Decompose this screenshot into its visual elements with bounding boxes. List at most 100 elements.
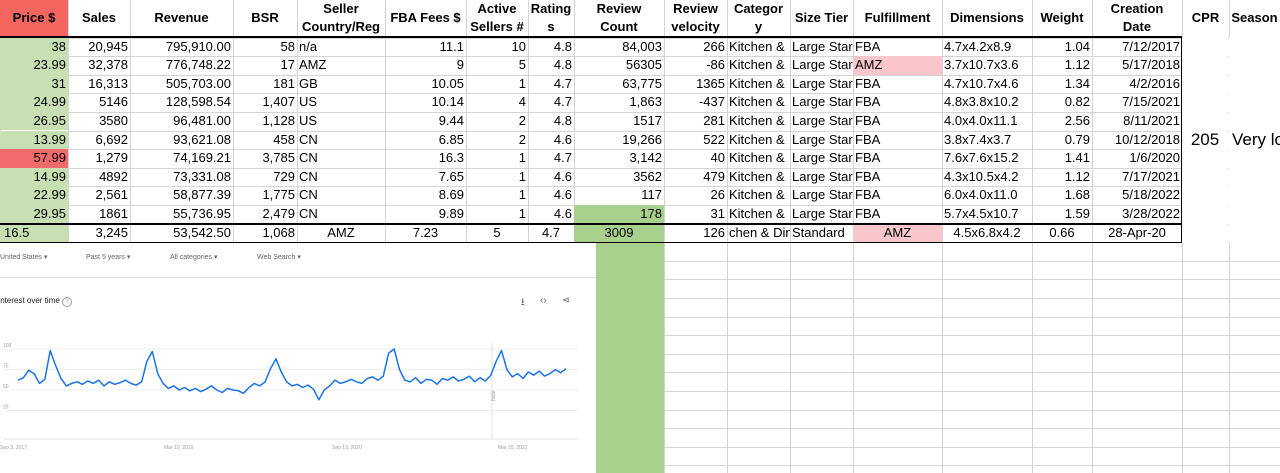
header-price[interactable]: Price $ bbox=[0, 0, 68, 36]
header-seller[interactable]: Seller Country/Reg bbox=[297, 0, 385, 36]
table-cell-sales[interactable]: 16,313 bbox=[68, 75, 130, 94]
summary-cell-seller[interactable]: AMZ bbox=[297, 224, 385, 243]
table-cell-price[interactable]: 22.99 bbox=[0, 186, 68, 205]
header-bsr[interactable]: BSR bbox=[233, 0, 297, 36]
table-cell-created[interactable]: 4/2/2016 bbox=[1092, 75, 1182, 94]
table-cell-category[interactable]: Kitchen & bbox=[727, 93, 790, 112]
table-cell-sellers[interactable]: 1 bbox=[466, 168, 528, 187]
table-cell-fba[interactable]: 10.05 bbox=[385, 75, 466, 94]
table-cell-fulfillment[interactable]: FBA bbox=[853, 205, 942, 224]
summary-cell-rating[interactable]: 4.7 bbox=[528, 224, 574, 243]
table-cell-fulfillment[interactable]: FBA bbox=[853, 112, 942, 131]
table-cell-sellers[interactable]: 2 bbox=[466, 131, 528, 150]
table-cell-sales[interactable]: 3580 bbox=[68, 112, 130, 131]
table-cell-dimensions[interactable]: 4.7x10.7x4.6 bbox=[942, 75, 1032, 94]
table-cell-review_count[interactable]: 1,863 bbox=[574, 93, 664, 112]
table-cell-fulfillment[interactable]: FBA bbox=[853, 93, 942, 112]
header-created[interactable]: Creation Date bbox=[1092, 0, 1182, 36]
table-cell-size[interactable]: Large Star bbox=[790, 168, 853, 187]
table-cell-rating[interactable]: 4.6 bbox=[528, 186, 574, 205]
header-sellers[interactable]: Active Sellers # bbox=[466, 0, 528, 36]
table-cell-size[interactable]: Large Star bbox=[790, 93, 853, 112]
table-cell-seller[interactable]: GB bbox=[297, 75, 385, 94]
table-cell-size[interactable]: Large Star bbox=[790, 112, 853, 131]
table-cell-bsr[interactable]: 3,785 bbox=[233, 149, 297, 168]
table-cell-fulfillment[interactable]: FBA bbox=[853, 38, 942, 57]
table-cell-fba[interactable]: 7.65 bbox=[385, 168, 466, 187]
table-cell-fba[interactable]: 6.85 bbox=[385, 131, 466, 150]
table-cell-revenue[interactable]: 93,621.08 bbox=[130, 131, 233, 150]
table-cell-seller[interactable]: US bbox=[297, 112, 385, 131]
table-cell-created[interactable]: 7/12/2017 bbox=[1092, 38, 1182, 57]
table-cell-seller[interactable]: CN bbox=[297, 131, 385, 150]
table-cell-created[interactable]: 8/11/2021 bbox=[1092, 112, 1182, 131]
header-velocity[interactable]: Review velocity bbox=[664, 0, 727, 36]
table-cell-bsr[interactable]: 1,407 bbox=[233, 93, 297, 112]
table-cell-dimensions[interactable]: 3.8x7.4x3.7 bbox=[942, 131, 1032, 150]
table-cell-created[interactable]: 5/17/2018 bbox=[1092, 56, 1182, 75]
table-cell-created[interactable]: 10/12/2018 bbox=[1092, 131, 1182, 150]
table-cell-category[interactable]: Kitchen & bbox=[727, 75, 790, 94]
summary-cell-weight[interactable]: 0.66 bbox=[1032, 224, 1092, 243]
table-cell-velocity[interactable]: 522 bbox=[664, 131, 727, 150]
table-cell-revenue[interactable]: 74,169.21 bbox=[130, 149, 233, 168]
table-cell-bsr[interactable]: 1,128 bbox=[233, 112, 297, 131]
table-cell-seller[interactable]: CN bbox=[297, 186, 385, 205]
table-cell-review_count[interactable]: 3562 bbox=[574, 168, 664, 187]
table-cell-rating[interactable]: 4.6 bbox=[528, 205, 574, 224]
table-cell-price[interactable]: 38 bbox=[0, 38, 68, 57]
table-cell-price[interactable]: 13.99 bbox=[0, 131, 68, 150]
table-cell-review_count[interactable]: 63,775 bbox=[574, 75, 664, 94]
table-cell-price[interactable]: 31 bbox=[0, 75, 68, 94]
table-cell-rating[interactable]: 4.6 bbox=[528, 131, 574, 150]
table-cell-revenue[interactable]: 776,748.22 bbox=[130, 56, 233, 75]
table-cell-price[interactable]: 24.99 bbox=[0, 93, 68, 112]
header-category[interactable]: Categor y bbox=[727, 0, 790, 36]
header-size[interactable]: Size Tier bbox=[790, 0, 853, 36]
table-cell-velocity[interactable]: 281 bbox=[664, 112, 727, 131]
table-cell-size[interactable]: Large Star bbox=[790, 149, 853, 168]
table-cell-weight[interactable]: 0.79 bbox=[1032, 131, 1092, 150]
table-cell-revenue[interactable]: 55,736.95 bbox=[130, 205, 233, 224]
table-cell-category[interactable]: Kitchen & bbox=[727, 149, 790, 168]
table-cell-sales[interactable]: 1,279 bbox=[68, 149, 130, 168]
header-fba[interactable]: FBA Fees $ bbox=[385, 0, 466, 36]
table-cell-fulfillment[interactable]: FBA bbox=[853, 186, 942, 205]
table-cell-seller[interactable]: CN bbox=[297, 205, 385, 224]
table-cell-rating[interactable]: 4.7 bbox=[528, 149, 574, 168]
table-cell-weight[interactable]: 1.12 bbox=[1032, 168, 1092, 187]
table-cell-seller[interactable]: CN bbox=[297, 149, 385, 168]
header-fulfillment[interactable]: Fulfillment bbox=[853, 0, 942, 36]
table-cell-price[interactable]: 29.95 bbox=[0, 205, 68, 224]
table-cell-seller[interactable]: US bbox=[297, 93, 385, 112]
table-cell-fba[interactable]: 16.3 bbox=[385, 149, 466, 168]
table-cell-revenue[interactable]: 58,877.39 bbox=[130, 186, 233, 205]
summary-cell-category[interactable]: chen & Dine bbox=[727, 224, 790, 243]
table-cell-size[interactable]: Large Star bbox=[790, 205, 853, 224]
table-cell-weight[interactable]: 1.41 bbox=[1032, 149, 1092, 168]
table-cell-rating[interactable]: 4.7 bbox=[528, 75, 574, 94]
table-cell-weight[interactable]: 1.59 bbox=[1032, 205, 1092, 224]
table-cell-dimensions[interactable]: 3.7x10.7x3.6 bbox=[942, 56, 1032, 75]
table-cell-rating[interactable]: 4.8 bbox=[528, 112, 574, 131]
table-cell-dimensions[interactable]: 4.0x4.0x11.1 bbox=[942, 112, 1032, 131]
table-cell-sales[interactable]: 20,945 bbox=[68, 38, 130, 57]
table-cell-seller[interactable]: CN bbox=[297, 168, 385, 187]
table-cell-dimensions[interactable]: 7.6x7.6x15.2 bbox=[942, 149, 1032, 168]
header-revenue[interactable]: Revenue bbox=[130, 0, 233, 36]
header-rating[interactable]: Rating s bbox=[528, 0, 574, 36]
table-cell-rating[interactable]: 4.8 bbox=[528, 38, 574, 57]
table-cell-rating[interactable]: 4.7 bbox=[528, 93, 574, 112]
table-cell-created[interactable]: 3/28/2022 bbox=[1092, 205, 1182, 224]
table-cell-weight[interactable]: 2.56 bbox=[1032, 112, 1092, 131]
table-cell-review_count[interactable]: 19,266 bbox=[574, 131, 664, 150]
table-cell-sellers[interactable]: 1 bbox=[466, 186, 528, 205]
table-cell-category[interactable]: Kitchen & bbox=[727, 38, 790, 57]
table-cell-sellers[interactable]: 1 bbox=[466, 75, 528, 94]
table-cell-category[interactable]: Kitchen & bbox=[727, 205, 790, 224]
table-cell-velocity[interactable]: 26 bbox=[664, 186, 727, 205]
table-cell-category[interactable]: Kitchen & bbox=[727, 131, 790, 150]
table-cell-sellers[interactable]: 4 bbox=[466, 93, 528, 112]
summary-cell-sellers[interactable]: 5 bbox=[466, 224, 528, 243]
table-cell-sales[interactable]: 2,561 bbox=[68, 186, 130, 205]
